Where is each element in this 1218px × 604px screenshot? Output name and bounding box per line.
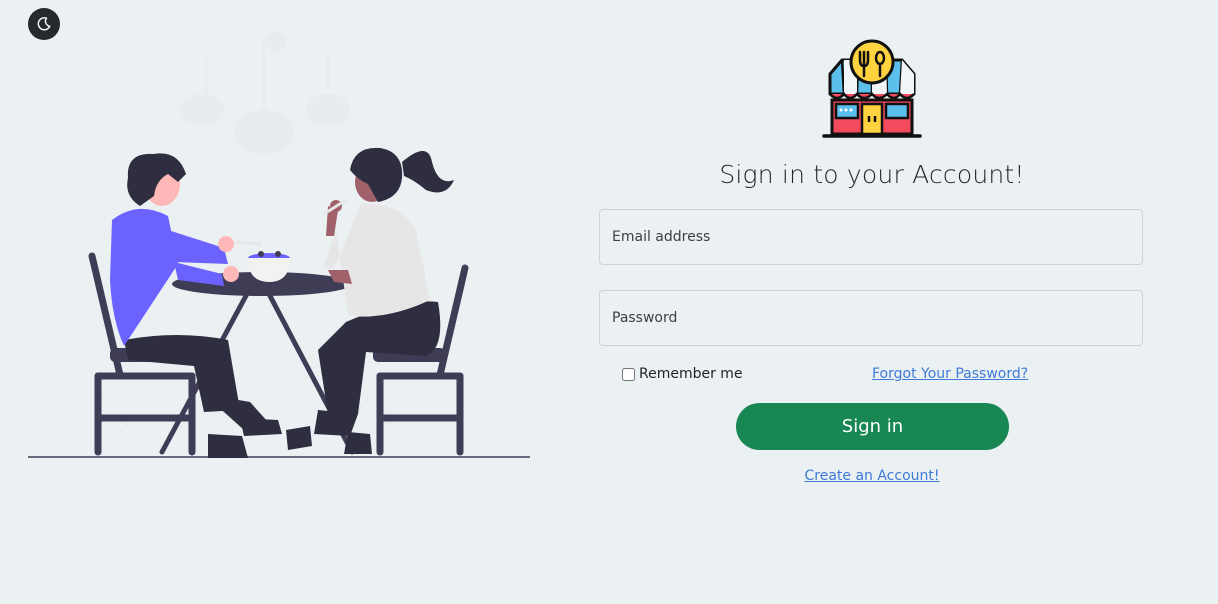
login-page: Sign in to your Account! Remember me For…: [0, 0, 1218, 604]
restaurant-store-icon: [822, 39, 922, 138]
remember-me-checkbox[interactable]: [622, 367, 635, 381]
create-account-link[interactable]: Create an Account!: [804, 468, 939, 484]
create-account-row: Create an Account!: [599, 468, 1145, 484]
email-field[interactable]: [599, 209, 1143, 265]
remember-me-label: Remember me: [639, 366, 743, 382]
sign-in-button[interactable]: Sign in: [736, 403, 1009, 450]
people-dining-illustration: [28, 32, 530, 458]
remember-me[interactable]: Remember me: [622, 366, 743, 382]
page-title: Sign in to your Account!: [719, 160, 1025, 189]
forgot-password-link[interactable]: Forgot Your Password?: [872, 366, 1028, 382]
password-field[interactable]: [599, 290, 1143, 346]
